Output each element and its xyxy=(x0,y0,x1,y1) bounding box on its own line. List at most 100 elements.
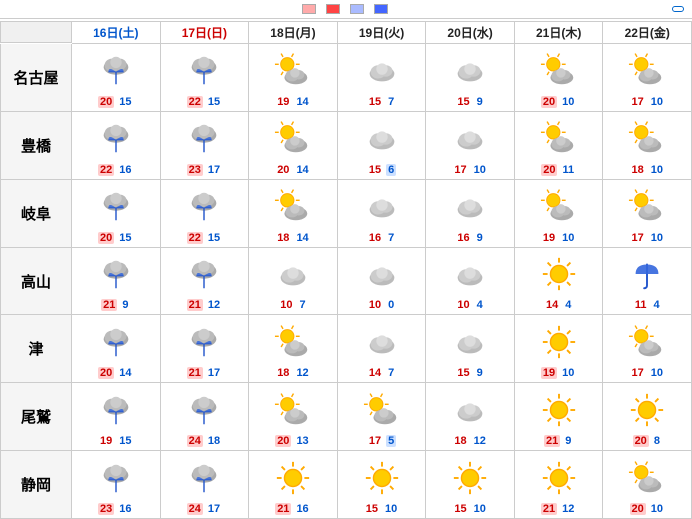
weather-icon-4-0 xyxy=(97,317,135,366)
temp-row-5-3: 175 xyxy=(338,434,426,448)
temp-low-0-1: 15 xyxy=(206,96,222,108)
weather-icon-6-1 xyxy=(185,453,223,502)
temp-low-6-2: 16 xyxy=(294,503,310,515)
weather-cell-6-1: 2417 xyxy=(161,451,250,519)
weather-icon-0-1 xyxy=(185,46,223,95)
temp-high-2-5: 19 xyxy=(541,232,557,244)
weather-icon-0-4 xyxy=(451,46,489,95)
temp-high-6-2: 21 xyxy=(275,503,291,515)
city-name-5: 尾鷲 xyxy=(0,383,72,451)
weather-icon-1-5 xyxy=(540,114,578,163)
day-header-2: 18日(月) xyxy=(249,21,338,44)
legend-item-2 xyxy=(326,4,342,14)
weather-cell-3-0: 219 xyxy=(72,248,161,316)
temp-row-2-2: 1814 xyxy=(249,231,337,245)
temp-low-0-6: 10 xyxy=(649,96,665,108)
weather-icon-6-0 xyxy=(97,453,135,502)
weather-cell-0-1: 2215 xyxy=(161,44,250,112)
temp-row-6-2: 2116 xyxy=(249,502,337,516)
weather-cell-5-6: 208 xyxy=(603,383,692,451)
table-row-5: 尾鷲 1915 2418 2013 xyxy=(0,383,692,451)
weather-cell-1-6: 1810 xyxy=(603,112,692,180)
temp-row-2-0: 2015 xyxy=(72,231,160,245)
legend-color-2 xyxy=(326,4,340,14)
temp-row-6-3: 1510 xyxy=(338,502,426,516)
temp-row-0-4: 159 xyxy=(426,95,514,109)
weather-icon-4-2 xyxy=(274,317,312,366)
temp-row-4-1: 2117 xyxy=(161,366,249,380)
weather-cell-5-0: 1915 xyxy=(72,383,161,451)
temp-high-2-3: 16 xyxy=(367,232,383,244)
weather-cell-2-5: 1910 xyxy=(515,180,604,248)
weather-cell-0-6: 1710 xyxy=(603,44,692,112)
weather-icon-1-4 xyxy=(451,114,489,163)
weather-cell-0-0: 2015 xyxy=(72,44,161,112)
temp-low-5-1: 18 xyxy=(206,435,222,447)
weather-cell-1-5: 2011 xyxy=(515,112,604,180)
legend-color-1 xyxy=(302,4,316,14)
temp-row-4-6: 1710 xyxy=(603,366,691,380)
temp-high-1-1: 23 xyxy=(187,164,203,176)
temp-low-3-5: 4 xyxy=(563,299,573,311)
weather-cell-1-2: 2014 xyxy=(249,112,338,180)
temp-row-5-0: 1915 xyxy=(72,434,160,448)
day-header-6: 22日(金) xyxy=(603,21,692,44)
temp-high-6-3: 15 xyxy=(364,503,380,515)
temp-high-6-5: 21 xyxy=(541,503,557,515)
weather-icon-3-4 xyxy=(451,250,489,299)
day-header-4: 20日(水) xyxy=(426,21,515,44)
temp-low-6-4: 10 xyxy=(472,503,488,515)
temp-high-1-3: 15 xyxy=(367,164,383,176)
temp-high-3-1: 21 xyxy=(187,299,203,311)
temp-row-5-5: 219 xyxy=(515,434,603,448)
weather-icon-3-5 xyxy=(540,250,578,299)
temp-low-5-4: 12 xyxy=(472,435,488,447)
temp-low-0-3: 7 xyxy=(386,96,396,108)
temp-low-5-3: 5 xyxy=(386,435,396,447)
temp-low-6-0: 16 xyxy=(117,503,133,515)
temp-low-4-6: 10 xyxy=(649,367,665,379)
legend-item-3 xyxy=(350,4,366,14)
weather-icon-5-1 xyxy=(185,385,223,434)
weather-icon-4-3 xyxy=(363,317,401,366)
temp-low-6-6: 10 xyxy=(649,503,665,515)
temp-high-4-4: 15 xyxy=(455,367,471,379)
city-name-2: 岐阜 xyxy=(0,180,72,248)
weather-cell-1-4: 1710 xyxy=(426,112,515,180)
temp-low-1-0: 16 xyxy=(117,164,133,176)
column-headers: 16日(土)17日(日)18日(月)19日(火)20日(水)21日(木)22日(… xyxy=(0,21,692,44)
city-name-6: 静岡 xyxy=(0,451,72,519)
temp-row-4-4: 159 xyxy=(426,366,514,380)
table-row-4: 津 2014 2117 1812 xyxy=(0,315,692,383)
temp-row-3-1: 2112 xyxy=(161,298,249,312)
weather-icon-3-3 xyxy=(363,250,401,299)
temp-row-2-4: 169 xyxy=(426,231,514,245)
weather-icon-5-4 xyxy=(451,385,489,434)
weather-icon-3-1 xyxy=(185,250,223,299)
temp-row-0-2: 1914 xyxy=(249,95,337,109)
weather-cell-1-1: 2317 xyxy=(161,112,250,180)
temp-high-4-3: 14 xyxy=(367,367,383,379)
weather-table: 16日(土)17日(日)18日(月)19日(火)20日(水)21日(木)22日(… xyxy=(0,21,692,519)
weather-icon-1-2 xyxy=(274,114,312,163)
temp-low-2-1: 15 xyxy=(206,232,222,244)
weather-icon-6-4 xyxy=(451,453,489,502)
weather-cell-3-5: 144 xyxy=(515,248,604,316)
temp-low-3-1: 12 xyxy=(206,299,222,311)
temp-high-0-4: 15 xyxy=(455,96,471,108)
temp-high-5-4: 18 xyxy=(452,435,468,447)
temp-high-4-6: 17 xyxy=(630,367,646,379)
legend xyxy=(18,4,662,14)
legend-item-4 xyxy=(374,4,390,14)
weather-icon-2-1 xyxy=(185,182,223,231)
temp-high-2-6: 17 xyxy=(630,232,646,244)
temp-high-2-1: 22 xyxy=(187,232,203,244)
temp-low-6-1: 17 xyxy=(206,503,222,515)
city-name-1: 豊橋 xyxy=(0,112,72,180)
temp-row-2-5: 1910 xyxy=(515,231,603,245)
weather-cell-0-4: 159 xyxy=(426,44,515,112)
day-header-1: 17日(日) xyxy=(161,21,250,44)
temp-high-4-2: 18 xyxy=(275,367,291,379)
weather-cell-5-2: 2013 xyxy=(249,383,338,451)
weather-cell-1-0: 2216 xyxy=(72,112,161,180)
